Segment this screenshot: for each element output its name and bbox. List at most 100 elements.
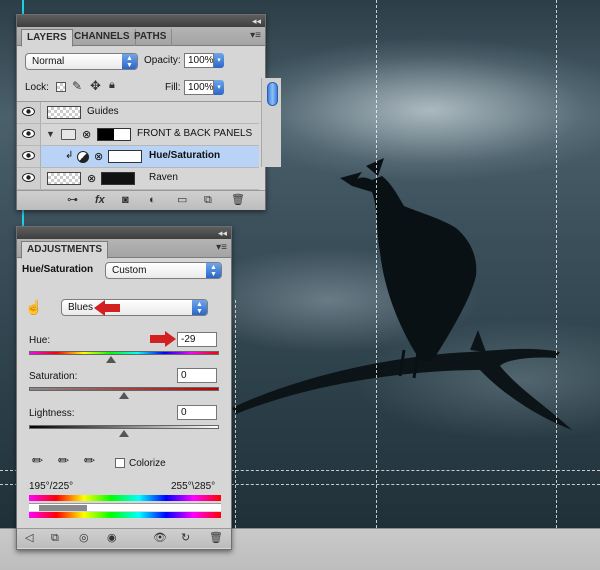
- back-icon[interactable]: ◁: [25, 532, 33, 544]
- trash-icon[interactable]: 🗑︎: [209, 532, 223, 544]
- hue-slider-track[interactable]: [29, 351, 219, 355]
- layers-toolbar: ⊶ fx ◙ ◐ ▭ ⧉ 🗑︎: [17, 190, 265, 210]
- saturation-slider-thumb[interactable]: [119, 392, 129, 399]
- opacity-field[interactable]: 100%: [184, 53, 214, 68]
- folder-icon: [61, 129, 76, 140]
- layer-name: Guides: [87, 106, 119, 117]
- hue-label: Hue:: [29, 335, 51, 346]
- colorize-checkbox[interactable]: [115, 458, 125, 468]
- panel-tabs: LAYERS CHANNELS PATHS ▾≡: [17, 27, 265, 47]
- layers-list: Guides ▼ ⊗ FRONT & BACK PANELS ↲ ⊗ Hue/S…: [17, 101, 261, 190]
- opacity-label: Opacity:: [144, 55, 181, 66]
- annotation-arrow: [94, 300, 120, 316]
- panel-menu-icon[interactable]: ▾≡: [250, 30, 261, 41]
- chain-link-icon: ⊗: [87, 173, 97, 185]
- visibility-toggle[interactable]: [17, 168, 41, 189]
- tab-paths[interactable]: PATHS: [129, 29, 173, 46]
- fill-label: Fill:: [165, 82, 181, 93]
- panel-header[interactable]: ◂◂: [17, 227, 231, 239]
- saturation-field[interactable]: 0: [177, 368, 217, 383]
- scrollbar-thumb[interactable]: [267, 82, 278, 106]
- targeted-adjustment-icon[interactable]: ☝: [25, 299, 42, 316]
- collapse-icon[interactable]: ◂◂: [252, 15, 261, 27]
- mask-thumbnail: [108, 150, 142, 163]
- layer-row-raven[interactable]: ⊗ Raven: [17, 168, 259, 190]
- hue-slider-thumb[interactable]: [105, 356, 116, 363]
- eyedropper-minus-icon[interactable]: ✐: [79, 451, 98, 470]
- annotation-arrow: [150, 331, 176, 347]
- range-left-label: 195°/225°: [29, 481, 74, 492]
- lightness-label: Lightness:: [29, 408, 75, 419]
- panel-menu-icon[interactable]: ▾≡: [216, 242, 227, 253]
- tab-channels[interactable]: CHANNELS: [69, 29, 136, 46]
- layer-row-hue-saturation[interactable]: ↲ ⊗ Hue/Saturation: [17, 146, 259, 168]
- range-right-label: 255°\285°: [171, 481, 216, 492]
- disclosure-triangle-icon[interactable]: ▼: [46, 129, 55, 139]
- layer-thumbnail: [47, 106, 81, 119]
- chain-link-icon: ⊗: [82, 129, 92, 141]
- blend-mode-select[interactable]: Normal ▲ ▼: [25, 53, 138, 70]
- visibility-toggle[interactable]: [17, 102, 41, 123]
- saturation-slider-track[interactable]: [29, 387, 219, 391]
- adjustments-panel: ◂◂ ADJUSTMENTS ▾≡ Hue/Saturation Custom …: [16, 226, 232, 550]
- eyedropper-plus-icon[interactable]: ✐: [53, 451, 72, 470]
- saturation-label: Saturation:: [29, 371, 78, 382]
- color-bar-top: [29, 495, 221, 501]
- visibility-toggle[interactable]: [17, 146, 41, 167]
- expanded-view-icon[interactable]: ⧉: [51, 532, 59, 544]
- lock-brush-icon[interactable]: ✎: [72, 79, 82, 93]
- add-mask-icon[interactable]: ◙: [122, 194, 129, 206]
- eye-icon: [22, 129, 35, 138]
- hue-field[interactable]: -29: [177, 332, 217, 347]
- layer-row-group[interactable]: ▼ ⊗ FRONT & BACK PANELS: [17, 124, 259, 146]
- eye-icon: [22, 151, 35, 160]
- select-arrows-icon: ▲ ▼: [122, 54, 137, 69]
- preset-select[interactable]: Custom ▲ ▼: [105, 262, 222, 279]
- clip-icon[interactable]: ◎: [79, 532, 89, 544]
- lock-move-icon[interactable]: ✥: [90, 78, 101, 94]
- clipping-arrow-icon: ↲: [65, 150, 74, 161]
- tab-adjustments[interactable]: ADJUSTMENTS: [21, 241, 109, 259]
- link-layers-icon[interactable]: ⊶: [67, 194, 78, 206]
- panel-header[interactable]: ◂◂: [17, 15, 265, 27]
- visibility-toggle[interactable]: [17, 124, 41, 145]
- fx-icon[interactable]: fx: [95, 194, 105, 206]
- eye-icon: [22, 173, 35, 182]
- lock-transparency-icon[interactable]: [56, 82, 66, 92]
- tab-layers[interactable]: LAYERS: [21, 29, 73, 47]
- lightness-slider-thumb[interactable]: [119, 430, 129, 437]
- channel-select[interactable]: Blues ▲ ▼: [61, 299, 208, 316]
- reset-icon[interactable]: ↻: [181, 532, 190, 544]
- eye-icon: [22, 107, 35, 116]
- range-selector[interactable]: [29, 503, 221, 511]
- fill-dropdown-icon[interactable]: ▾: [214, 80, 224, 95]
- previous-state-icon[interactable]: 👁︎: [153, 532, 167, 544]
- trash-icon[interactable]: 🗑︎: [231, 194, 245, 206]
- layers-scrollbar[interactable]: [261, 78, 281, 167]
- adjustment-icon[interactable]: ◐: [149, 194, 156, 206]
- fill-field[interactable]: 100%: [184, 80, 214, 95]
- color-bar-bottom: [29, 512, 221, 518]
- new-group-icon[interactable]: ▭: [177, 194, 187, 206]
- new-layer-icon[interactable]: ⧉: [204, 194, 212, 206]
- lightness-slider-track[interactable]: [29, 425, 219, 429]
- collapse-icon[interactable]: ◂◂: [218, 227, 227, 239]
- layer-name: FRONT & BACK PANELS: [137, 128, 253, 139]
- lock-all-icon[interactable]: 🔒︎: [109, 79, 115, 92]
- panel-tabs: ADJUSTMENTS ▾≡: [17, 239, 231, 259]
- range-slider[interactable]: [39, 505, 87, 511]
- opacity-dropdown-icon[interactable]: ▾: [214, 53, 224, 68]
- layer-name: Hue/Saturation: [149, 150, 221, 161]
- layer-row-guides[interactable]: Guides: [17, 102, 259, 124]
- eyedropper-icon[interactable]: ✐: [27, 451, 46, 470]
- adjustment-title: Hue/Saturation: [22, 264, 94, 275]
- preset-value: Custom: [112, 265, 147, 276]
- chain-link-icon: ⊗: [94, 151, 104, 163]
- lightness-field[interactable]: 0: [177, 405, 217, 420]
- layers-panel: ◂◂ LAYERS CHANNELS PATHS ▾≡ Normal ▲ ▼ Op…: [16, 14, 281, 210]
- eye-icon[interactable]: ◉: [107, 532, 117, 544]
- adjustment-layer-icon: [77, 151, 89, 163]
- adjustments-toolbar: ◁ ⧉ ◎ ◉ 👁︎ ↻ 🗑︎: [17, 528, 231, 548]
- layer-thumbnail: [47, 172, 81, 185]
- colorize-label: Colorize: [129, 458, 166, 469]
